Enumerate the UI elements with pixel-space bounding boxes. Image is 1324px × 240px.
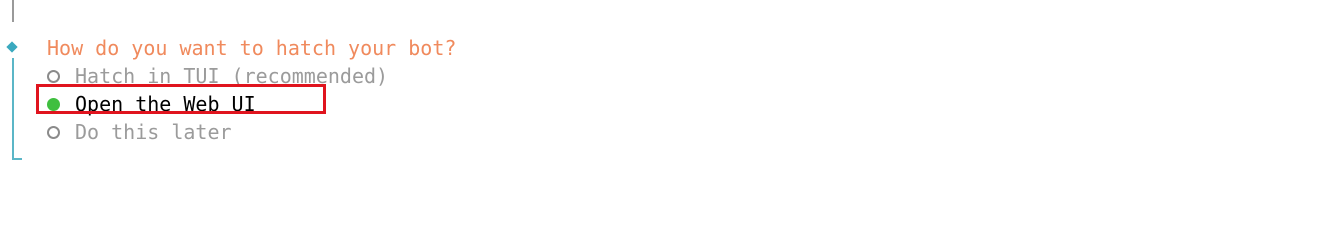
highlight-box — [36, 84, 326, 114]
radio-empty-icon — [47, 69, 60, 83]
terminal-window: How do you want to hatch your bot? Hatch… — [0, 0, 1324, 206]
option-do-this-later[interactable]: Do this later — [47, 118, 232, 146]
prompt-question: How do you want to hatch your bot? — [47, 36, 457, 60]
diamond-icon — [6, 41, 18, 53]
option-label: Do this later — [75, 120, 232, 144]
tree-line-end — [12, 158, 22, 160]
tree-line-top — [12, 0, 14, 22]
radio-empty-icon — [47, 125, 60, 139]
tree-line — [12, 58, 14, 160]
